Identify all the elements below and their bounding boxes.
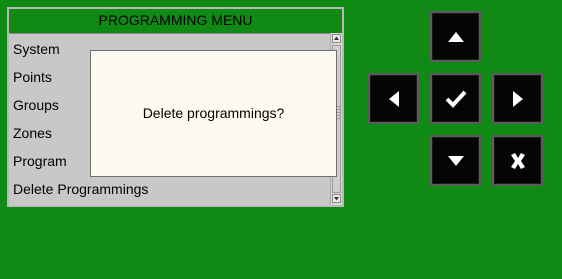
checkmark-icon xyxy=(445,90,466,108)
menu-title: PROGRAMMING MENU xyxy=(98,12,253,28)
arrow-right-icon xyxy=(512,90,523,107)
menu-item-zones[interactable]: Zones xyxy=(13,124,52,142)
arrow-down-icon xyxy=(447,155,464,166)
scroll-up-arrow-icon[interactable] xyxy=(332,34,341,43)
menu-item-points[interactable]: Points xyxy=(13,68,52,86)
menu-item-delete-programmings[interactable]: Delete Programmings xyxy=(13,180,148,198)
menu-item-program[interactable]: Program xyxy=(13,152,67,170)
cancel-icon xyxy=(510,152,525,169)
confirm-dialog: Delete programmings? xyxy=(90,50,337,177)
right-button[interactable] xyxy=(492,73,543,124)
cancel-button[interactable] xyxy=(492,135,543,186)
scroll-down-arrow-icon[interactable] xyxy=(332,194,341,203)
menu-item-groups[interactable]: Groups xyxy=(13,96,59,114)
confirm-button[interactable] xyxy=(430,73,481,124)
left-button[interactable] xyxy=(368,73,419,124)
arrow-up-icon xyxy=(447,31,464,42)
down-button[interactable] xyxy=(430,135,481,186)
menu-item-system[interactable]: System xyxy=(13,40,60,58)
programming-menu-panel: PROGRAMMING MENU System Points Groups Zo… xyxy=(7,7,344,207)
dialog-message: Delete programmings? xyxy=(142,105,285,121)
up-button[interactable] xyxy=(430,11,481,62)
arrow-left-icon xyxy=(388,90,399,107)
